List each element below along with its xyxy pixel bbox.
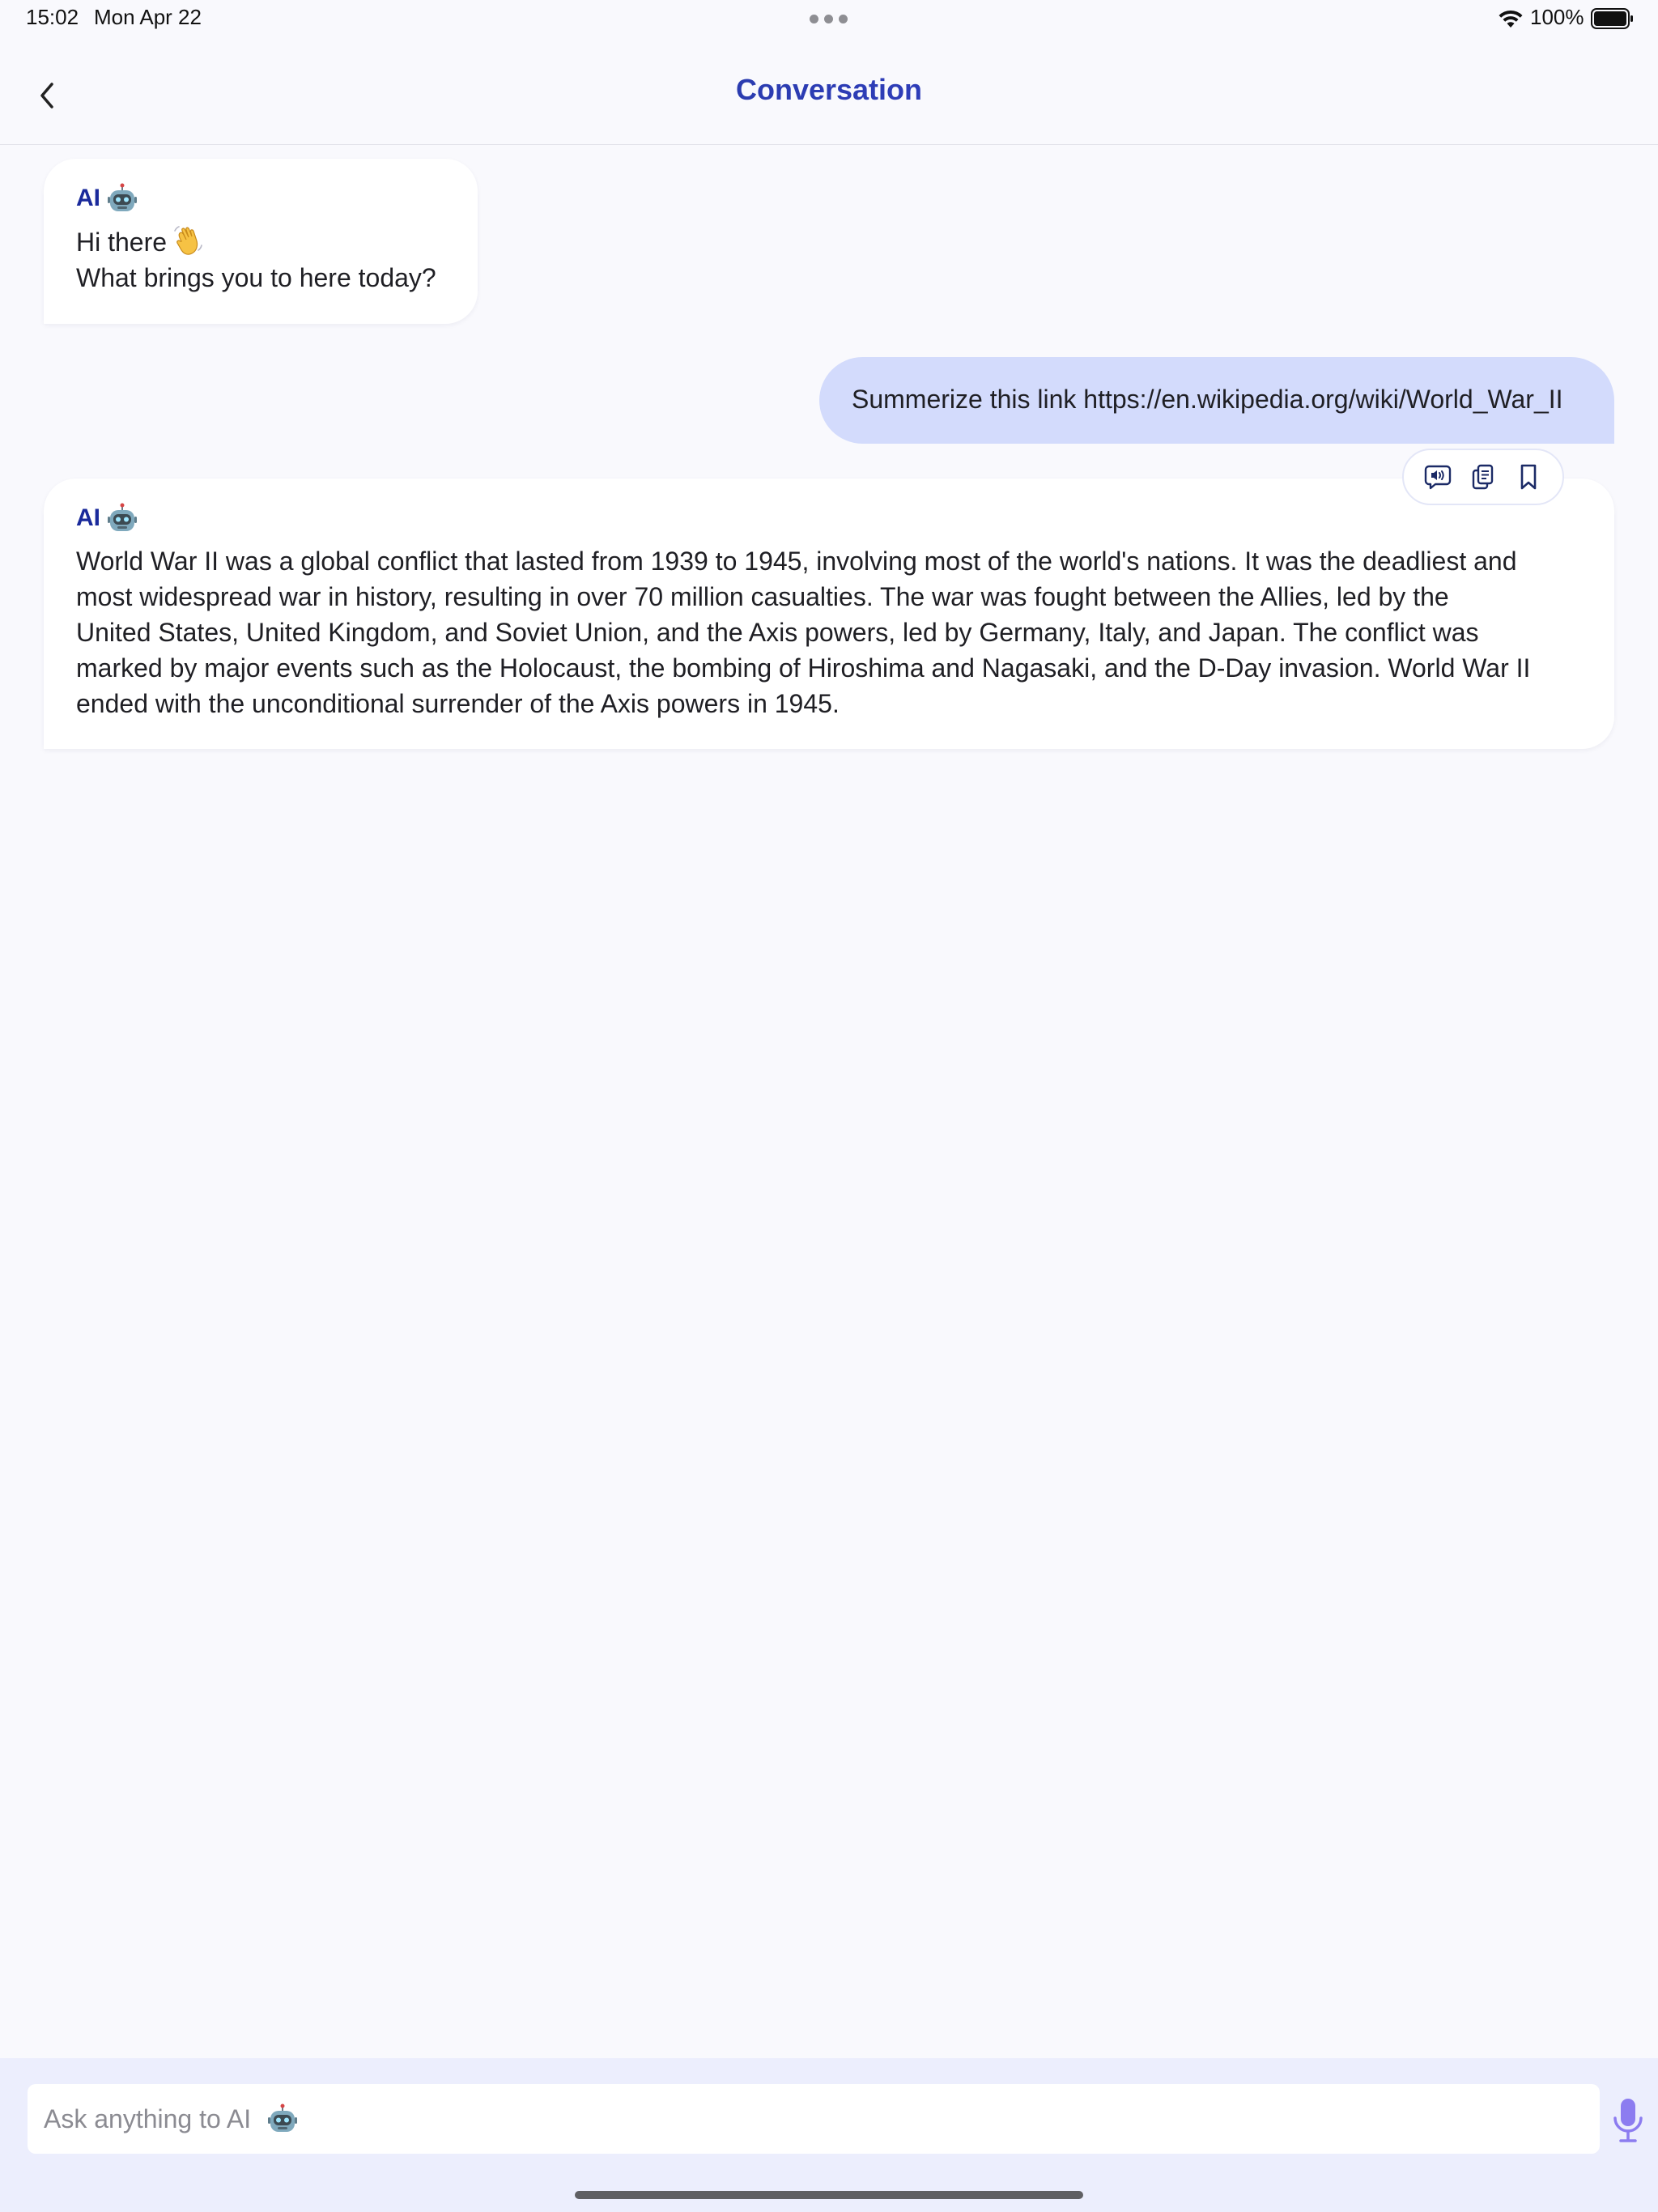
message-line: Hi there bbox=[76, 223, 445, 260]
message-sender: AI bbox=[76, 503, 1582, 534]
status-time: 15:02 bbox=[26, 5, 79, 29]
battery-icon bbox=[1591, 8, 1633, 29]
wifi-icon bbox=[1499, 10, 1523, 28]
message-text: World War II was a global conflict that … bbox=[76, 543, 1582, 721]
robot-icon bbox=[108, 183, 137, 211]
sender-label: AI bbox=[76, 185, 100, 211]
home-indicator[interactable] bbox=[575, 2191, 1083, 2199]
sender-label: AI bbox=[76, 504, 100, 531]
message-text: Summerize this link https://en.wikipedia… bbox=[852, 385, 1563, 414]
bookmark-icon[interactable] bbox=[1513, 462, 1544, 492]
page-title: Conversation bbox=[0, 73, 1658, 107]
status-date: Mon Apr 22 bbox=[94, 5, 202, 29]
navigation-bar: Conversation bbox=[0, 49, 1658, 145]
message-line: United States, United Kingdom, and Sovie… bbox=[76, 618, 1479, 647]
speaker-icon[interactable] bbox=[1422, 462, 1453, 492]
waving-hand-icon bbox=[174, 226, 202, 255]
message-text: Hi there What brings you to here today? bbox=[76, 223, 445, 296]
more-dots-icon[interactable] bbox=[810, 15, 848, 23]
message-line: What brings you to here today? bbox=[76, 263, 436, 292]
message-input[interactable] bbox=[44, 2104, 1550, 2134]
message-sender: AI bbox=[76, 183, 445, 214]
message-line: most widespread war in history, resultin… bbox=[76, 582, 1449, 611]
ai-message-bubble: AI World War II was a global conflict th… bbox=[44, 479, 1614, 749]
user-message-bubble: Summerize this link https://en.wikipedia… bbox=[819, 357, 1614, 444]
ai-message-bubble: AI Hi there What brings you to here toda… bbox=[44, 159, 478, 324]
message-composer bbox=[0, 2058, 1658, 2212]
message-line: World War II was a global conflict that … bbox=[76, 547, 1517, 576]
copy-icon[interactable] bbox=[1468, 462, 1499, 492]
robot-icon bbox=[108, 503, 137, 531]
status-bar: 15:02 Mon Apr 22 100% bbox=[0, 0, 1658, 39]
battery-percent: 100% bbox=[1530, 5, 1584, 29]
microphone-icon[interactable] bbox=[1609, 2097, 1647, 2144]
input-container bbox=[28, 2084, 1600, 2154]
message-action-bar bbox=[1402, 449, 1564, 505]
message-line: ended with the unconditional surrender o… bbox=[76, 689, 840, 718]
message-line: marked by major events such as the Holoc… bbox=[76, 653, 1531, 683]
